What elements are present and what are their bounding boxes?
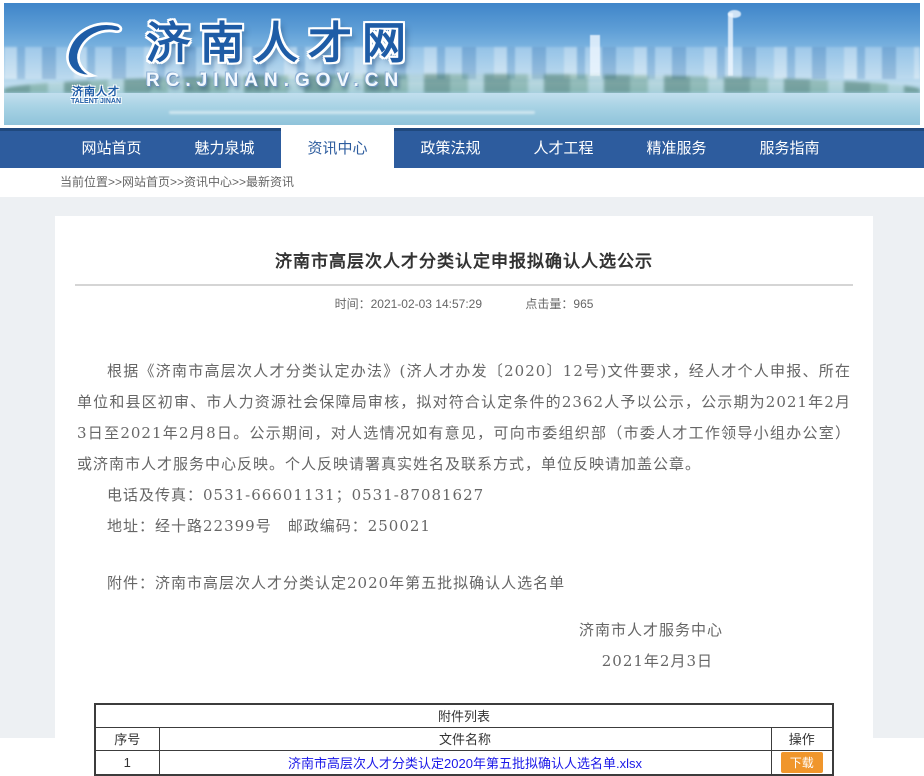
attachment-table: 附件列表 序号 文件名称 操作 1 济南市高层次人才分类认定2020年第五批拟确… [94,703,834,776]
attachment-row-index: 1 [95,750,159,775]
nav-item-charming-quancheng[interactable]: 魅力泉城 [168,128,281,168]
attachment-table-header-row: 序号 文件名称 操作 [95,727,833,750]
article-body: 根据《济南市高层次人才分类认定办法》(济人才办发〔2020〕12号)文件要求，经… [77,356,851,677]
column-header-filename: 文件名称 [159,727,771,750]
meta-time-label: 时间： [335,297,371,311]
attachment-table-title: 附件列表 [95,704,833,727]
site-name: 济南人才网 [146,19,416,69]
site-url: RC.JINAN.GOV.CN [146,70,416,92]
meta-hits-label: 点击量： [525,297,573,311]
contact-address-line: 地址：经十路22399号 邮政编码：250021 [77,511,851,542]
column-header-action: 操作 [771,727,833,750]
logo-badge-en: TALENT JINAN [71,98,121,106]
attachment-file-link[interactable]: 济南市高层次人才分类认定2020年第五批拟确认人选名单.xlsx [288,756,642,771]
breadcrumb: 当前位置>>网站首页>>资讯中心>>最新资讯 [0,168,924,197]
signature-org: 济南市人才服务中心 [77,615,851,646]
contact-phone-line: 电话及传真：0531-66601131；0531-87081627 [77,480,851,511]
attachment-reference-line: 附件：济南市高层次人才分类认定2020年第五批拟确认人选名单 [77,568,851,599]
nav-item-news-center[interactable]: 资讯中心 [281,128,394,168]
nav-item-home[interactable]: 网站首页 [55,128,168,168]
nav-item-talent-programs[interactable]: 人才工程 [507,128,620,168]
site-banner: 济南人才 TALENT JINAN 济南人才网 RC.JINAN.GOV.CN [4,3,920,125]
meta-time-value: 2021-02-03 14:57:29 [371,297,482,311]
article-paragraph: 根据《济南市高层次人才分类认定办法》(济人才办发〔2020〕12号)文件要求，经… [77,356,851,480]
tv-tower-top-decor [728,10,741,17]
site-logo[interactable]: 济南人才 TALENT JINAN 济南人才网 RC.JINAN.GOV.CN [56,19,416,106]
meta-hits-value: 965 [573,297,593,311]
signature-date: 2021年2月3日 [77,646,851,677]
main-nav: 网站首页 魅力泉城 资讯中心 政策法规 人才工程 精准服务 服务指南 [0,128,924,168]
attachment-table-caption-row: 附件列表 [95,704,833,727]
page-title: 济南市高层次人才分类认定申报拟确认人选公示 [55,216,873,272]
logo-swoosh-icon [56,19,136,86]
nav-item-service-guide[interactable]: 服务指南 [733,128,846,168]
title-divider [75,284,853,286]
nav-item-policies[interactable]: 政策法规 [394,128,507,168]
page: 济南人才 TALENT JINAN 济南人才网 RC.JINAN.GOV.CN … [0,3,924,741]
tv-tower-decor [728,13,733,76]
building-decor [590,35,600,76]
download-button[interactable]: 下载 [781,752,823,773]
article-meta: 时间：2021-02-03 14:57:29 点击量：965 [55,295,873,312]
column-header-index: 序号 [95,727,159,750]
article-card: 济南市高层次人才分类认定申报拟确认人选公示 时间：2021-02-03 14:5… [55,216,873,738]
content-background: 济南市高层次人才分类认定申报拟确认人选公示 时间：2021-02-03 14:5… [0,197,924,738]
nav-item-precision-services[interactable]: 精准服务 [620,128,733,168]
table-row: 1 济南市高层次人才分类认定2020年第五批拟确认人选名单.xlsx 下载 [95,750,833,775]
logo-badge-cn: 济南人才 [72,87,120,98]
lake-streak-decor [169,111,535,114]
